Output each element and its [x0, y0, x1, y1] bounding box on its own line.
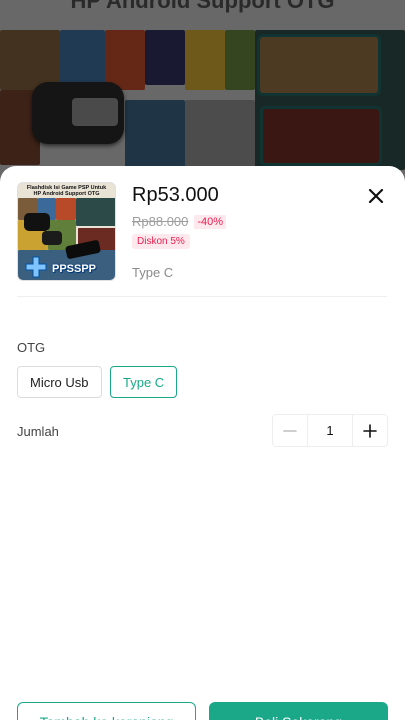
quantity-value[interactable]: 1	[307, 415, 353, 446]
variant-option-type-c[interactable]: Type C	[110, 366, 178, 398]
variant-option-label: Micro Usb	[30, 374, 89, 390]
background-title: HP Android Support OTG	[70, 0, 335, 13]
variant-option-label: Type C	[123, 374, 165, 390]
thumbnail-caption-line2: HP Android Support OTG	[33, 191, 100, 197]
ppsspp-logo: PPSSPP	[52, 263, 97, 275]
discount-percent-badge: -40%	[194, 214, 227, 229]
close-icon[interactable]	[364, 184, 388, 208]
buy-now-button[interactable]: Beli Sekarang	[209, 702, 388, 720]
increment-button[interactable]	[353, 415, 387, 446]
original-price: Rp88.000	[132, 214, 189, 229]
product-price: Rp53.000	[132, 184, 219, 206]
selected-variant-text: Type C	[132, 265, 174, 280]
plus-icon	[363, 423, 377, 438]
variant-bottom-sheet: Flashdisk Isi Game PSP Untuk HP Android …	[0, 166, 405, 720]
minus-icon	[283, 429, 297, 432]
variant-group-label: OTG	[17, 340, 46, 355]
divider	[17, 296, 387, 297]
gamepad-icon	[25, 256, 47, 278]
quantity-stepper: 1	[272, 414, 388, 447]
variant-option-micro-usb[interactable]: Micro Usb	[17, 366, 102, 398]
quantity-label: Jumlah	[17, 424, 59, 439]
original-price-row: Rp88.000 -40%	[132, 214, 227, 229]
add-to-cart-button[interactable]: Tambah ke keranjang	[17, 702, 196, 720]
product-thumbnail: Flashdisk Isi Game PSP Untuk HP Android …	[17, 182, 116, 281]
otg-adapter-icon	[24, 213, 50, 231]
decrement-button[interactable]	[273, 415, 307, 446]
thumbnail-caption: Flashdisk Isi Game PSP Untuk HP Android …	[18, 185, 115, 197]
discount-badge: Diskon 5%	[132, 234, 190, 249]
